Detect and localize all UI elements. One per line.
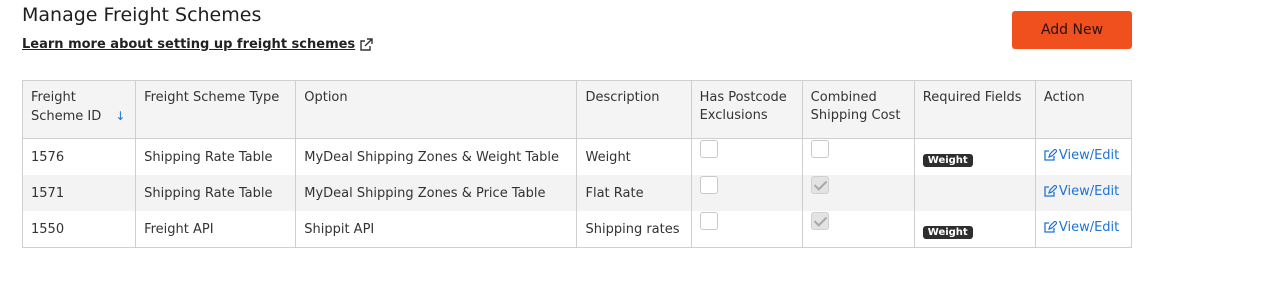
cell-combined-shipping: [801, 138, 915, 175]
column-header-description: Description: [576, 80, 692, 139]
edit-icon: [1044, 184, 1058, 198]
cell-required-fields: Weight: [913, 211, 1036, 248]
column-header-freight-scheme-id[interactable]: Freight Scheme ID ↓: [21, 80, 137, 139]
cell-option: Shippit API: [295, 211, 578, 248]
column-header-label: Freight Scheme ID: [31, 90, 102, 124]
learn-more-label: Learn more about setting up freight sche…: [22, 37, 356, 52]
external-link-icon: [359, 37, 373, 52]
combined-shipping-checkbox: [810, 176, 829, 194]
edit-icon: [1044, 148, 1058, 162]
required-field-badge: Weight: [922, 225, 973, 239]
edit-icon: [1044, 220, 1058, 234]
column-header-combined-shipping: Combined Shipping Cost: [801, 80, 915, 139]
view-edit-link[interactable]: View/Edit: [1044, 220, 1119, 235]
cell-description: Shipping rates: [576, 211, 692, 248]
cell-action: View/Edit: [1034, 175, 1133, 211]
view-edit-link[interactable]: View/Edit: [1044, 148, 1119, 163]
sort-arrow-down-icon[interactable]: ↓: [115, 109, 125, 123]
table-row: 1571 Shipping Rate Table MyDeal Shipping…: [21, 175, 1133, 211]
column-header-postcode-exclusions: Has Postcode Exclusions: [690, 80, 803, 139]
cell-postcode-exclusions: [690, 175, 803, 211]
view-edit-link[interactable]: View/Edit: [1044, 184, 1119, 199]
postcode-exclusions-checkbox: [699, 212, 718, 230]
add-new-button[interactable]: Add New: [1012, 11, 1132, 49]
cell-combined-shipping: [801, 211, 915, 248]
combined-shipping-checkbox: [810, 212, 829, 230]
column-header-required-fields: Required Fields: [913, 80, 1036, 139]
cell-required-fields: [913, 175, 1036, 211]
cell-type: Shipping Rate Table: [135, 175, 297, 211]
column-header-action: Action: [1034, 80, 1133, 139]
cell-description: Flat Rate: [576, 175, 692, 211]
column-header-option: Option: [295, 80, 578, 139]
combined-shipping-checkbox: [810, 140, 829, 158]
cell-id: 1550: [21, 211, 137, 248]
cell-combined-shipping: [801, 175, 915, 211]
postcode-exclusions-checkbox: [699, 140, 718, 158]
freight-schemes-table: Freight Scheme ID ↓ Freight Scheme Type …: [21, 80, 1133, 248]
view-edit-label: View/Edit: [1058, 148, 1120, 163]
cell-action: View/Edit: [1034, 138, 1133, 175]
page-title: Manage Freight Schemes: [22, 4, 262, 26]
cell-id: 1576: [21, 138, 137, 175]
cell-type: Freight API: [135, 211, 297, 248]
cell-postcode-exclusions: [690, 211, 803, 248]
table-row: 1576 Shipping Rate Table MyDeal Shipping…: [21, 138, 1133, 175]
cell-type: Shipping Rate Table: [135, 138, 297, 175]
cell-action: View/Edit: [1034, 211, 1133, 248]
view-edit-label: View/Edit: [1058, 220, 1120, 235]
learn-more-link[interactable]: Learn more about setting up freight sche…: [22, 37, 373, 52]
postcode-exclusions-checkbox: [699, 176, 718, 194]
cell-id: 1571: [21, 175, 137, 211]
cell-option: MyDeal Shipping Zones & Weight Table: [295, 138, 578, 175]
view-edit-label: View/Edit: [1058, 184, 1120, 199]
cell-required-fields: Weight: [913, 138, 1036, 175]
cell-description: Weight: [576, 138, 692, 175]
table-header-row: Freight Scheme ID ↓ Freight Scheme Type …: [21, 80, 1133, 139]
cell-postcode-exclusions: [690, 138, 803, 175]
column-header-freight-scheme-type: Freight Scheme Type: [135, 80, 297, 139]
cell-option: MyDeal Shipping Zones & Price Table: [295, 175, 578, 211]
table-row: 1550 Freight API Shippit API Shipping ra…: [21, 211, 1133, 248]
required-field-badge: Weight: [922, 153, 973, 167]
